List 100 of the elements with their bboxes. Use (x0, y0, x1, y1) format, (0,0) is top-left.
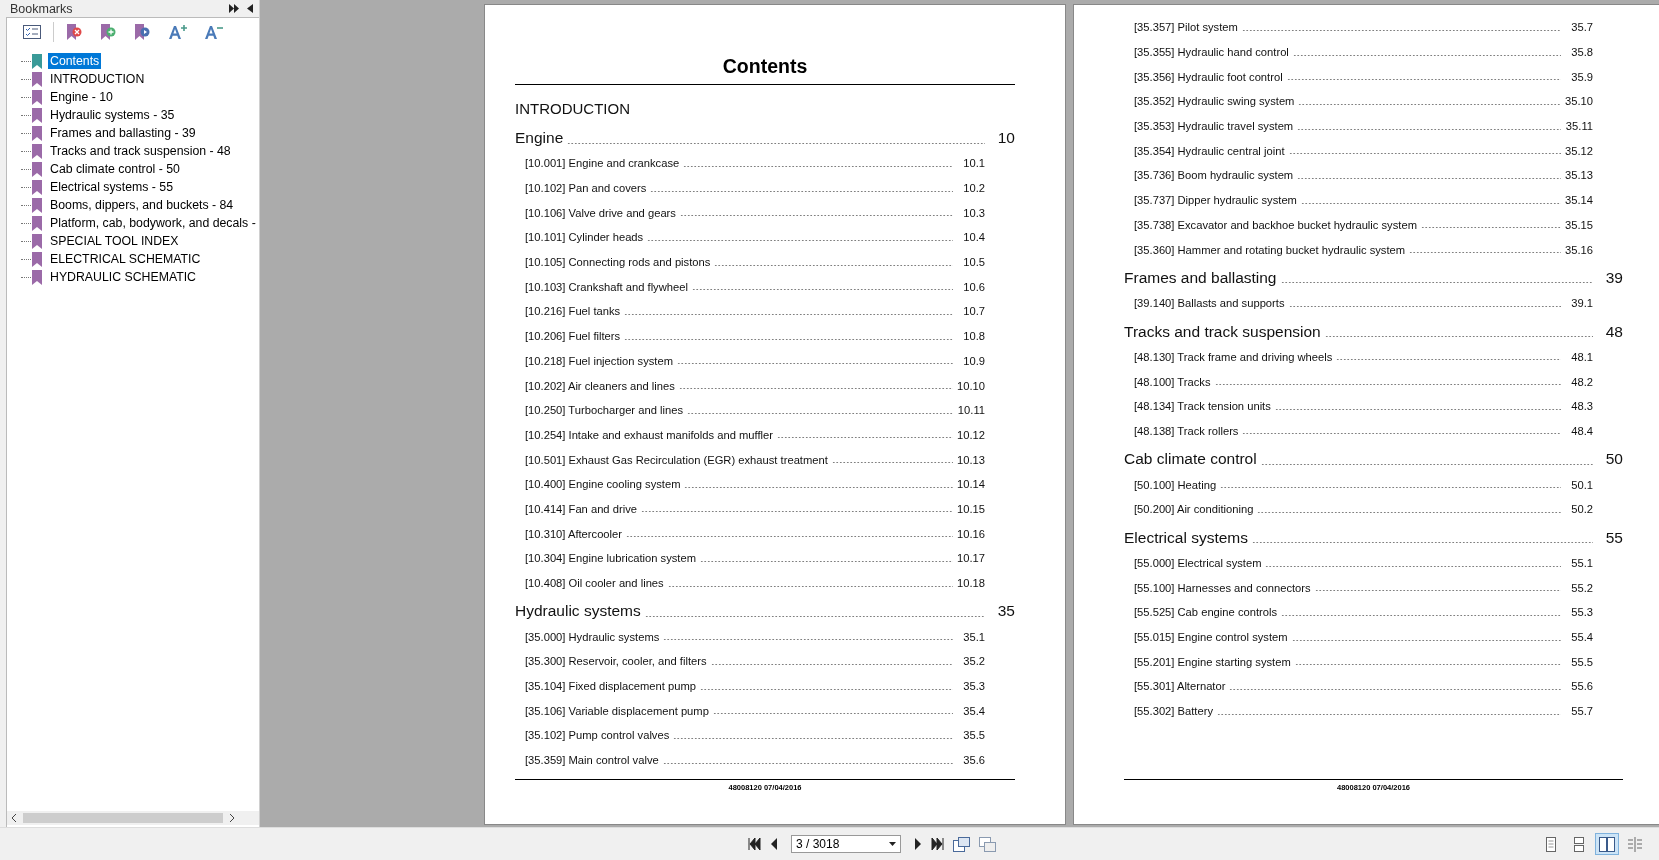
toc-entry[interactable]: [10.101] Cylinder heads (525, 231, 644, 244)
bookmark-item[interactable]: Engine - 10 (48, 89, 115, 105)
page-number: 10.3 (962, 206, 985, 219)
toc-entry[interactable]: [10.501] Exhaust Gas Recirculation (EGR) exhaust treatment (525, 453, 828, 466)
page-number: 55.2 (1570, 581, 1593, 594)
toc-entry[interactable]: [10.103] Crankshaft and flywheel (525, 280, 688, 293)
page-number: 10.7 (962, 305, 985, 318)
bookmark-icon (32, 89, 42, 105)
toc-entry[interactable]: [10.216] Fuel tanks (525, 305, 621, 318)
fit-width-icon[interactable] (979, 836, 996, 852)
bookmark-item[interactable]: INTRODUCTION (48, 71, 147, 87)
toc-entry[interactable]: [55.525] Cab engine controls (1134, 606, 1278, 619)
toc-entry[interactable]: [10.218] Fuel injection system (525, 354, 673, 367)
horizontal-scrollbar[interactable] (7, 811, 259, 825)
dropdown-icon[interactable] (889, 842, 896, 846)
toc-entry[interactable]: [35.359] Main control valve (525, 754, 659, 767)
toc-entry[interactable]: [35.736] Boom hydraulic system (1134, 169, 1294, 182)
font-decrease-icon[interactable] (204, 24, 224, 40)
bookmark-item[interactable]: Cab climate control - 50 (48, 161, 182, 177)
toc-entry[interactable]: [55.301] Alternator (1134, 680, 1226, 693)
next-page-icon[interactable] (914, 838, 922, 850)
toc-section[interactable]: Tracks and track suspension (1124, 322, 1321, 341)
toc-entry[interactable]: [50.200] Air conditioning (1134, 503, 1254, 516)
page-number-field[interactable]: 3 / 3018 (791, 835, 901, 853)
scroll-left-icon[interactable] (11, 814, 17, 822)
font-increase-icon[interactable] (168, 24, 188, 40)
toc-entry[interactable]: [10.001] Engine and crankcase (525, 157, 680, 170)
toc-entry[interactable]: [10.250] Turbocharger and lines (525, 404, 683, 417)
toc-entry[interactable]: [55.015] Engine control system (1134, 631, 1288, 644)
checklist-icon[interactable] (23, 25, 41, 39)
bookmark-item[interactable]: SPECIAL TOOL INDEX (48, 233, 181, 249)
toc-entry[interactable]: [55.100] Harnesses and connectors (1134, 581, 1311, 594)
page-number: 39.1 (1570, 297, 1593, 310)
toc-section[interactable]: Cab climate control (1124, 450, 1257, 469)
toc-section[interactable]: Hydraulic systems (515, 602, 641, 621)
toc-entry[interactable]: [35.104] Fixed displacement pump (525, 680, 697, 693)
toc-entry[interactable]: [55.201] Engine starting system (1134, 655, 1291, 668)
page-number: 10.8 (962, 330, 985, 343)
toc-entry[interactable]: [39.140] Ballasts and supports (1134, 297, 1285, 310)
toc-entry[interactable]: [10.304] Engine lubrication system (525, 552, 697, 565)
bookmark-item[interactable]: ELECTRICAL SCHEMATIC (48, 251, 203, 267)
toc-entry[interactable]: [10.105] Connecting rods and pistons (525, 256, 711, 269)
toc-entry[interactable]: [35.352] Hydraulic swing system (1134, 95, 1295, 108)
toc-entry[interactable]: [55.000] Electrical system (1134, 557, 1262, 570)
toc-entry[interactable]: [35.102] Pump control valves (525, 729, 670, 742)
toc-entry[interactable]: [10.408] Oil cooler and lines (525, 577, 664, 590)
toc-entry[interactable]: [55.302] Battery (1134, 705, 1213, 718)
toc-entry[interactable]: [10.202] Air cleaners and lines (525, 379, 675, 392)
toc-entry[interactable]: [35.353] Hydraulic travel system (1134, 120, 1294, 133)
collapse-icon[interactable] (247, 4, 253, 13)
toc-entry[interactable]: [10.254] Intake and exhaust manifolds and muffler (525, 428, 773, 441)
toc-section[interactable]: Frames and ballasting (1124, 268, 1277, 287)
toc-entry[interactable]: [48.130] Track frame and driving wheels (1134, 350, 1333, 363)
bookmark-item[interactable]: Hydraulic systems - 35 (48, 107, 177, 123)
toc-entry[interactable]: [35.357] Pilot system (1134, 21, 1238, 34)
two-page-continuous-icon (1627, 836, 1643, 852)
bookmark-item[interactable]: Platform, cab, bodywork, and decals - (48, 215, 258, 231)
toc-entry[interactable]: [35.356] Hydraulic foot control (1134, 70, 1283, 83)
page-number: 10.16 (957, 527, 985, 540)
bookmark-icon (32, 71, 42, 87)
last-page-icon[interactable] (931, 838, 944, 850)
first-page-icon[interactable] (748, 838, 761, 850)
toc-entry[interactable]: [35.354] Hydraulic central joint (1134, 144, 1285, 157)
page-number: 35.13 (1565, 169, 1593, 182)
toc-entry[interactable]: [10.414] Fan and drive (525, 502, 637, 515)
toc-entry[interactable]: [35.000] Hydraulic systems (525, 630, 660, 643)
toc-entry[interactable]: [48.134] Track tension units (1134, 400, 1271, 413)
toc-entry[interactable]: [10.310] Aftercooler (525, 527, 623, 540)
bookmark-item[interactable]: Electrical systems - 55 (48, 179, 175, 195)
toc-entry[interactable]: [50.100] Heating (1134, 478, 1217, 491)
goto-bookmark-icon[interactable] (134, 23, 152, 41)
toc-entry[interactable]: [10.102] Pan and covers (525, 182, 647, 195)
toc-entry[interactable]: [10.106] Valve drive and gears (525, 206, 676, 219)
toc-entry[interactable]: [48.138] Track rollers (1134, 424, 1239, 437)
bookmark-item[interactable]: Booms, dippers, and buckets - 84 (48, 197, 236, 213)
expand-icon[interactable] (229, 4, 239, 13)
delete-bookmark-icon[interactable] (66, 23, 84, 41)
fit-page-icon[interactable] (953, 836, 970, 852)
bookmark-item[interactable]: Contents (48, 53, 102, 69)
toc-section[interactable]: Electrical systems (1124, 528, 1249, 547)
toc-entry[interactable]: [35.738] Excavator and backhoe bucket hydraulic system (1134, 218, 1417, 231)
page-number: 35.7 (1570, 21, 1593, 34)
toc-entry[interactable]: [35.355] Hydraulic hand control (1134, 46, 1289, 59)
toc-entry[interactable]: [10.400] Engine cooling system (525, 478, 681, 491)
bookmark-item[interactable]: Frames and ballasting - 39 (48, 125, 198, 141)
scroll-right-icon[interactable] (229, 814, 235, 822)
toc-entry[interactable]: [35.106] Variable displacement pump (525, 704, 709, 717)
toc-section[interactable]: Engine (515, 129, 564, 147)
toc-entry[interactable]: [35.737] Dipper hydraulic system (1134, 194, 1297, 207)
toc-entry[interactable]: [35.360] Hammer and rotating bucket hydraulic system (1134, 243, 1406, 256)
bookmark-item[interactable]: Tracks and track suspension - 48 (48, 143, 233, 159)
previous-page-icon[interactable] (770, 838, 778, 850)
bookmark-item[interactable]: HYDRAULIC SCHEMATIC (48, 269, 198, 285)
toc-entry[interactable]: [48.100] Tracks (1134, 375, 1211, 388)
toc-entry[interactable]: [10.206] Fuel filters (525, 330, 621, 343)
page-number: 35.11 (1565, 120, 1593, 133)
add-bookmark-icon[interactable] (100, 23, 118, 41)
toc-entry[interactable]: [35.300] Reservoir, cooler, and filters (525, 655, 707, 668)
view-mode-button[interactable] (1595, 833, 1619, 855)
page-number: 55 (1604, 528, 1623, 547)
